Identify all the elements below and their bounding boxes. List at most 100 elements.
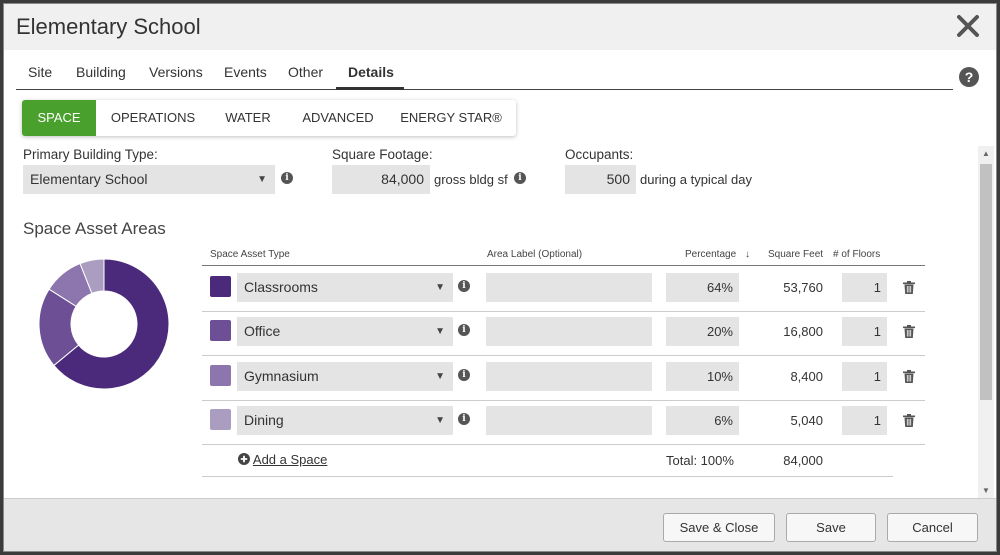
header-divider xyxy=(202,265,925,266)
save-and-close-button[interactable]: Save & Close xyxy=(663,513,775,542)
sort-arrow-icon: ↓ xyxy=(744,249,750,260)
subtab-energy-star[interactable]: ENERGY STAR® xyxy=(396,100,506,136)
info-icon[interactable]: i xyxy=(281,172,293,184)
subtab-space[interactable]: SPACE xyxy=(22,100,96,136)
col-header-type: Space Asset Type xyxy=(210,249,290,260)
color-swatch[interactable] xyxy=(210,276,231,297)
chevron-down-icon: ▼ xyxy=(435,326,445,337)
occupants-unit: during a typical day xyxy=(640,172,753,187)
vertical-scrollbar[interactable]: ▲ ▼ xyxy=(978,146,994,499)
area-label-input[interactable] xyxy=(486,317,652,346)
row-divider xyxy=(202,400,925,401)
space-type-select[interactable]: Office ▼ xyxy=(237,317,453,346)
total-percentage: Total: 100% xyxy=(666,453,734,468)
percentage-input[interactable]: 10% xyxy=(666,362,739,391)
subtab-water[interactable]: WATER xyxy=(216,100,280,136)
floors-input[interactable]: 1 xyxy=(842,273,887,302)
tab-site[interactable]: Site xyxy=(28,64,52,80)
top-tab-bar: Site Building Versions Events Other Deta… xyxy=(16,50,953,90)
space-type-value: Dining xyxy=(244,412,284,428)
active-tab-indicator xyxy=(336,87,404,90)
square-feet-value: 5,040 xyxy=(790,413,823,428)
tab-other[interactable]: Other xyxy=(288,64,323,80)
row-divider xyxy=(202,311,925,312)
color-swatch[interactable] xyxy=(210,409,231,430)
percentage-input[interactable]: 64% xyxy=(666,273,739,302)
tab-building[interactable]: Building xyxy=(76,64,126,80)
plus-circle-icon xyxy=(238,453,250,465)
chevron-down-icon: ▼ xyxy=(257,174,267,185)
area-label-input[interactable] xyxy=(486,406,652,435)
color-swatch[interactable] xyxy=(210,320,231,341)
close-icon[interactable] xyxy=(954,12,982,40)
sub-tab-bar: SPACE OPERATIONS WATER ADVANCED ENERGY S… xyxy=(22,100,516,136)
tab-events[interactable]: Events xyxy=(224,64,267,80)
percentage-input[interactable]: 20% xyxy=(666,317,739,346)
col-header-floors: # of Floors xyxy=(833,249,881,260)
info-icon[interactable]: i xyxy=(458,413,470,425)
info-icon[interactable]: i xyxy=(458,324,470,336)
square-footage-label: Square Footage: xyxy=(332,147,433,162)
square-feet-value: 53,760 xyxy=(783,280,823,295)
square-footage-input[interactable]: 84,000 xyxy=(332,165,430,194)
info-icon[interactable]: i xyxy=(458,280,470,292)
space-type-select[interactable]: Classrooms ▼ xyxy=(237,273,453,302)
space-type-value: Gymnasium xyxy=(244,368,319,384)
scrollbar-thumb[interactable] xyxy=(980,164,992,400)
building-type-select[interactable]: Elementary School ▼ xyxy=(23,165,275,194)
square-feet-value: 8,400 xyxy=(790,369,823,384)
tab-versions[interactable]: Versions xyxy=(149,64,203,80)
info-icon[interactable]: i xyxy=(514,172,526,184)
chevron-down-icon: ▼ xyxy=(435,371,445,382)
help-icon[interactable]: ? xyxy=(959,67,979,87)
add-space-link[interactable]: Add a Space xyxy=(238,452,327,467)
space-donut-chart xyxy=(38,258,170,390)
section-title: Space Asset Areas xyxy=(23,219,166,238)
trash-icon[interactable] xyxy=(903,325,915,338)
area-label-input[interactable] xyxy=(486,362,652,391)
chevron-down-icon: ▼ xyxy=(435,415,445,426)
color-swatch[interactable] xyxy=(210,365,231,386)
occupants-input[interactable]: 500 xyxy=(565,165,636,194)
col-header-percentage-text: Percentage xyxy=(685,249,737,260)
save-button[interactable]: Save xyxy=(786,513,876,542)
space-type-select[interactable]: Dining ▼ xyxy=(237,406,453,435)
floors-input[interactable]: 1 xyxy=(842,406,887,435)
area-label-input[interactable] xyxy=(486,273,652,302)
svg-text:?: ? xyxy=(965,69,974,85)
building-details-dialog: Elementary School Site Building Versions… xyxy=(3,3,997,552)
col-header-sqft: Square Feet xyxy=(768,249,824,260)
trash-icon[interactable] xyxy=(903,281,915,294)
trash-icon[interactable] xyxy=(903,414,915,427)
scroll-up-icon[interactable]: ▲ xyxy=(982,149,990,158)
title-bar: Elementary School xyxy=(4,4,996,50)
space-type-select[interactable]: Gymnasium ▼ xyxy=(237,362,453,391)
col-header-area-label: Area Label (Optional) xyxy=(487,249,583,260)
building-type-label: Primary Building Type: xyxy=(23,147,158,162)
add-space-label: Add a Space xyxy=(252,452,328,467)
percentage-input[interactable]: 6% xyxy=(666,406,739,435)
row-divider xyxy=(202,355,925,356)
space-type-value: Classrooms xyxy=(244,279,318,295)
subtab-operations[interactable]: OPERATIONS xyxy=(102,100,204,136)
total-square-feet: 84,000 xyxy=(783,453,823,468)
square-footage-unit: gross bldg sf xyxy=(434,172,508,187)
subtab-advanced[interactable]: ADVANCED xyxy=(292,100,384,136)
building-type-value: Elementary School xyxy=(30,171,148,187)
chevron-down-icon: ▼ xyxy=(435,282,445,293)
col-header-percentage[interactable]: Percentage ↓ xyxy=(685,249,750,260)
floors-input[interactable]: 1 xyxy=(842,317,887,346)
space-type-value: Office xyxy=(244,323,281,339)
info-icon[interactable]: i xyxy=(458,369,470,381)
trash-icon[interactable] xyxy=(903,370,915,383)
occupants-label: Occupants: xyxy=(565,147,634,162)
cancel-button[interactable]: Cancel xyxy=(887,513,978,542)
square-feet-value: 16,800 xyxy=(783,324,823,339)
dialog-title: Elementary School xyxy=(16,14,201,39)
tab-details[interactable]: Details xyxy=(348,64,394,80)
floors-input[interactable]: 1 xyxy=(842,362,887,391)
scroll-down-icon[interactable]: ▼ xyxy=(982,486,990,495)
table-bottom-divider xyxy=(202,476,893,477)
dialog-footer: Save & Close Save Cancel xyxy=(4,498,996,551)
row-divider xyxy=(202,444,925,445)
